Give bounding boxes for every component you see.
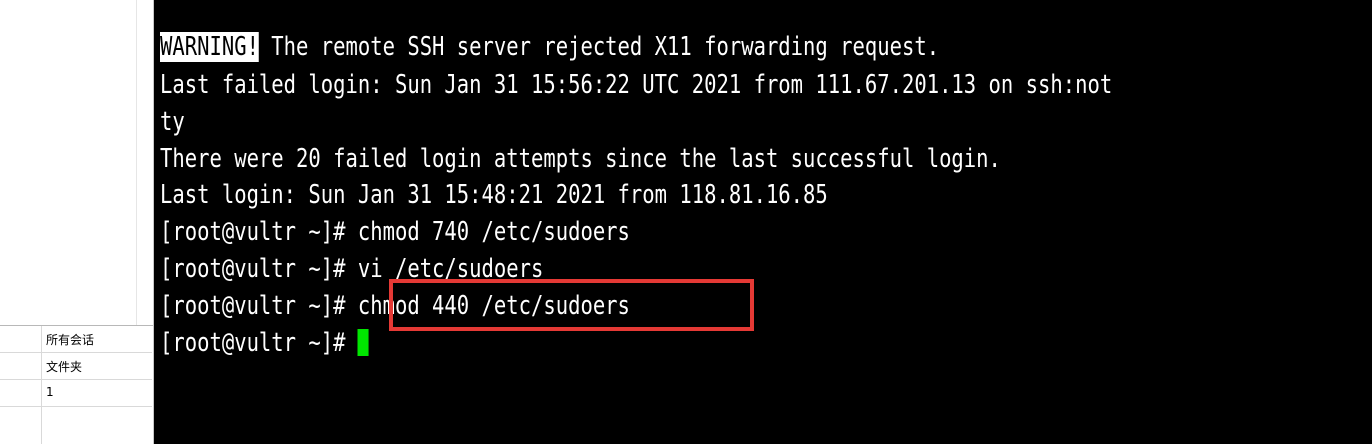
annotation-highlight-box [389,279,754,331]
tree-divider [136,0,137,325]
properties-value: 所有会话 [46,333,95,347]
properties-value: 文件夹 [46,360,83,374]
terminal-line: ty [160,107,185,137]
warning-message: The remote SSH server rejected X11 forwa… [258,32,940,62]
properties-row[interactable]: 所有会话 [0,326,152,353]
properties-row[interactable]: 文件夹 [0,353,152,380]
terminal-line: There were 20 failed login attempts sinc… [160,144,1001,174]
properties-value: 1 [46,385,54,399]
shell-prompt: [root@vultr ~]# [160,328,358,358]
session-properties-table: 所有会话 文件夹 1 [0,325,153,444]
app-window: 所有会话 文件夹 1 WARNING! The remote SSH serve… [0,0,1372,444]
terminal-line-warning: WARNING! The remote SSH server rejected … [160,29,939,66]
terminal-line: [root@vultr ~]# chmod 740 /etc/sudoers [160,217,630,247]
terminal-prompt-line[interactable]: [root@vultr ~]# [160,325,369,362]
session-sidebar: 所有会话 文件夹 1 [0,0,154,444]
terminal-line: Last login: Sun Jan 31 15:48:21 2021 fro… [160,180,828,210]
terminal-pane[interactable]: WARNING! The remote SSH server rejected … [154,0,1372,444]
terminal-line: Last failed login: Sun Jan 31 15:56:22 U… [160,70,1113,100]
properties-row[interactable]: 1 [0,380,152,407]
session-tree[interactable] [0,0,153,325]
terminal-cursor [357,329,369,356]
warning-label: WARNING! [160,32,259,62]
